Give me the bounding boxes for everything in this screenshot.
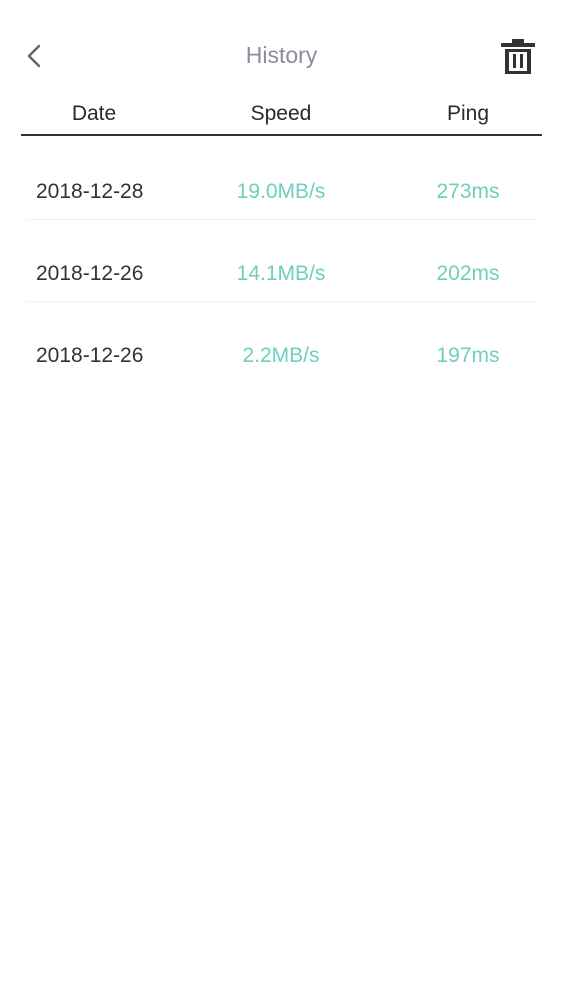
row-speed: 19.0MB/s — [236, 180, 326, 203]
column-header-speed: Speed — [250, 102, 312, 125]
column-header-ping: Ping — [446, 102, 490, 125]
nav-bar: History — [0, 0, 563, 90]
row-speed: 14.1MB/s — [236, 262, 326, 285]
row-date: 2018-12-26 — [36, 262, 144, 285]
row-date: 2018-12-26 — [36, 344, 144, 367]
history-row[interactable]: 2018-12-26 14.1MB/s 202ms — [26, 219, 536, 302]
history-row[interactable]: 2018-12-26 2.2MB/s 197ms — [26, 301, 536, 383]
table-header: Date Speed Ping — [21, 100, 542, 136]
row-ping: 197ms — [436, 344, 500, 367]
row-date: 2018-12-28 — [36, 180, 144, 203]
history-row[interactable]: 2018-12-28 19.0MB/s 273ms — [26, 137, 536, 220]
row-speed: 2.2MB/s — [242, 344, 320, 367]
delete-history-button[interactable] — [499, 37, 537, 77]
column-header-date: Date — [71, 102, 117, 125]
row-ping: 202ms — [436, 262, 500, 285]
row-ping: 273ms — [436, 180, 500, 203]
page-title: History — [245, 42, 318, 68]
trash-icon — [501, 39, 535, 74]
